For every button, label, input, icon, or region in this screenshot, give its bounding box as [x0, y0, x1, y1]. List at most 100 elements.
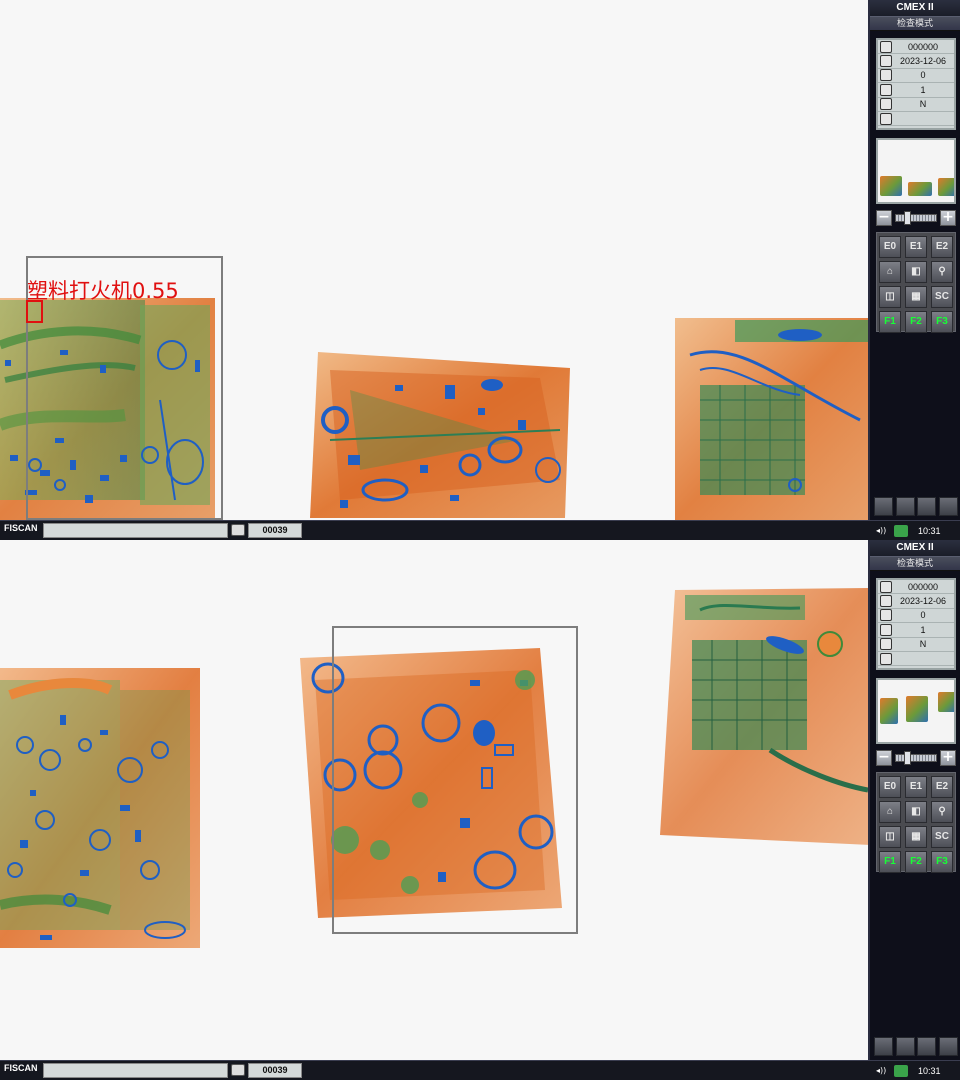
thumb-bag — [938, 178, 954, 196]
info-row-date: 2023-12-06 — [878, 594, 954, 609]
key-e2[interactable]: E2 — [931, 236, 953, 258]
calendar-icon — [880, 55, 892, 68]
list-icon[interactable] — [874, 1037, 893, 1056]
info-row-counter: 0 — [878, 609, 954, 624]
info-icon — [880, 112, 892, 125]
zoom-slider[interactable] — [895, 211, 937, 225]
phone-icon — [880, 98, 892, 111]
contrast-icon[interactable]: ◧ — [905, 261, 927, 283]
key-e1[interactable]: E1 — [905, 776, 927, 798]
network-icon[interactable] — [894, 1064, 908, 1077]
bag-6 — [660, 588, 868, 845]
mirror-icon[interactable]: ◫ — [879, 286, 901, 308]
zoom-knob[interactable] — [904, 211, 911, 225]
zoom-in-button[interactable]: + — [940, 750, 956, 766]
counter-icon — [880, 609, 892, 622]
forward-icon[interactable] — [895, 1037, 915, 1056]
info-row-info — [878, 652, 954, 667]
xray-scan-area[interactable]: 塑料打火机0.55 — [0, 0, 868, 520]
zoom-slider[interactable] — [895, 751, 937, 765]
info-row-operator: 000000 — [878, 40, 954, 55]
key-e2[interactable]: E2 — [931, 776, 953, 798]
zoom-in-button[interactable]: + — [940, 210, 956, 226]
key-sc[interactable]: SC — [931, 286, 953, 308]
keyboard-icon[interactable]: ▦ — [905, 826, 927, 848]
mirror-icon[interactable]: ◫ — [879, 826, 901, 848]
list-icon[interactable] — [874, 497, 893, 516]
brand-title: CMEX II — [870, 0, 960, 16]
sound-icon[interactable]: ◂)) — [876, 1065, 890, 1077]
info-row-date: 2023-12-06 — [878, 54, 954, 69]
magnify-icon[interactable]: ⚲ — [931, 261, 953, 283]
thumb-bag — [880, 698, 898, 724]
status-brand: FISCAN — [4, 523, 38, 533]
info-row-counter: 0 — [878, 69, 954, 84]
key-e1[interactable]: E1 — [905, 236, 927, 258]
mode-label[interactable]: 检查模式 — [870, 16, 960, 31]
key-f3[interactable]: F3 — [931, 851, 953, 873]
function-keys: E0 E1 E2 ⌂ ◧ ⚲ ◫ ▦ SC F1 F2 F3 — [876, 232, 956, 333]
info-box: 000000 2023-12-06 0 1 N — [876, 578, 956, 670]
thumb-bag — [908, 182, 932, 196]
system-tray: ◂)) 10:31 — [876, 1063, 941, 1078]
zoom-out-button[interactable]: − — [876, 210, 892, 226]
bag-count: 00039 — [248, 523, 302, 538]
review-frame[interactable] — [332, 626, 578, 934]
contrast-icon[interactable]: ◧ — [905, 801, 927, 823]
zoom-control: − + — [876, 209, 956, 227]
magnify-icon[interactable]: ⚲ — [931, 801, 953, 823]
info-row-phone: N — [878, 638, 954, 652]
key-f2[interactable]: F2 — [905, 851, 927, 873]
key-e0[interactable]: E0 — [879, 776, 901, 798]
counter-icon — [880, 69, 892, 82]
info-box: 000000 2023-12-06 0 1 N — [876, 38, 956, 130]
thumbnail-preview[interactable] — [876, 138, 956, 204]
bag-4 — [0, 668, 200, 948]
bag-3 — [675, 318, 868, 520]
phone-icon — [880, 638, 892, 651]
operator-icon — [880, 40, 892, 53]
mode-label[interactable]: 检查模式 — [870, 556, 960, 571]
thumb-bag — [938, 692, 954, 712]
control-panel: CMEX II 检查模式 000000 2023-12-06 0 1 N − +… — [868, 540, 960, 1060]
key-f1[interactable]: F1 — [879, 851, 901, 873]
control-panel: CMEX II 检查模式 000000 2023-12-06 0 1 N − +… — [868, 0, 960, 520]
thumbnail-preview[interactable] — [876, 678, 956, 744]
forward-icon[interactable] — [895, 497, 915, 516]
refresh-icon[interactable] — [938, 497, 958, 516]
key-f2[interactable]: F2 — [905, 311, 927, 333]
home-icon[interactable]: ⌂ — [879, 261, 901, 283]
xray-scan-area[interactable] — [0, 540, 868, 1060]
network-icon[interactable] — [894, 524, 908, 537]
status-bar: FISCAN 00039 ◂)) 10:31 — [0, 1060, 960, 1080]
sound-icon[interactable]: ◂)) — [876, 525, 890, 537]
key-sc[interactable]: SC — [931, 826, 953, 848]
detection-marker[interactable] — [26, 300, 43, 323]
status-bar: FISCAN 00039 ◂)) 10:31 — [0, 520, 960, 540]
tools-icon[interactable] — [917, 497, 937, 516]
keyboard-icon[interactable]: ▦ — [905, 286, 927, 308]
zoom-knob[interactable] — [904, 751, 911, 765]
clock-time: 10:31 — [918, 525, 941, 536]
key-f3[interactable]: F3 — [931, 311, 953, 333]
system-tray: ◂)) 10:31 — [876, 523, 941, 538]
key-f1[interactable]: F1 — [879, 311, 901, 333]
zoom-control: − + — [876, 749, 956, 767]
tools-icon[interactable] — [917, 1037, 937, 1056]
zoom-out-button[interactable]: − — [876, 750, 892, 766]
top-scanner-view: 塑料打火机0.55 CMEX II 检查模式 000000 2023-12-06… — [0, 0, 960, 540]
bag-count-icon — [231, 1064, 245, 1076]
thumb-bag — [880, 176, 902, 196]
bottom-scanner-view: CMEX II 检查模式 000000 2023-12-06 0 1 N − +… — [0, 540, 960, 1080]
key-e0[interactable]: E0 — [879, 236, 901, 258]
calendar-icon — [880, 595, 892, 608]
bag-count-icon — [231, 524, 245, 536]
status-message-field — [43, 1063, 228, 1078]
detection-label: 塑料打火机0.55 — [27, 279, 179, 303]
info-row-zoom: 1 — [878, 623, 954, 638]
info-icon — [880, 652, 892, 665]
home-icon[interactable]: ⌂ — [879, 801, 901, 823]
refresh-icon[interactable] — [938, 1037, 958, 1056]
bag-count: 00039 — [248, 1063, 302, 1078]
function-keys: E0 E1 E2 ⌂ ◧ ⚲ ◫ ▦ SC F1 F2 F3 — [876, 772, 956, 873]
